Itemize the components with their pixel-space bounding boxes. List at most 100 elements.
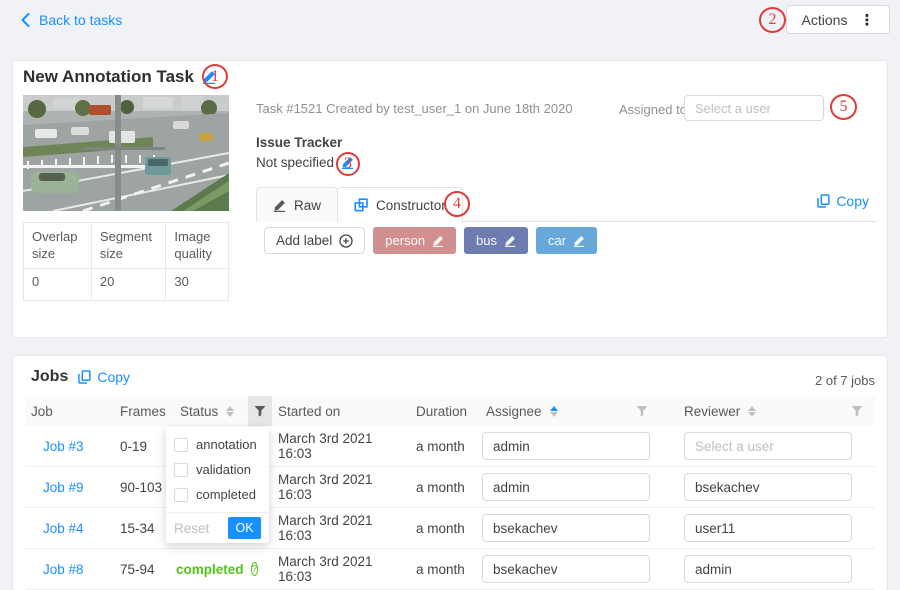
column-header-job[interactable]: Job xyxy=(25,396,114,426)
param-value-overlap: 0 xyxy=(24,269,92,301)
job-3-link[interactable]: Job #3 xyxy=(25,439,114,454)
annotation-marker-1: 1 xyxy=(202,64,228,89)
job-row-8: Job #8 75-94 completed ? March 3rd 2021 … xyxy=(25,549,875,590)
job-4-started: March 3rd 2021 16:03 xyxy=(272,513,410,543)
status-filter-button[interactable] xyxy=(248,396,272,426)
copy-icon xyxy=(78,370,91,384)
label-person-name: person xyxy=(385,233,425,248)
job-3-duration: a month xyxy=(410,439,480,454)
tab-raw-label: Raw xyxy=(294,198,321,213)
assigned-to-select[interactable] xyxy=(684,95,824,121)
job-8-link[interactable]: Job #8 xyxy=(25,562,114,577)
column-header-frames[interactable]: Frames xyxy=(114,396,174,426)
copy-icon xyxy=(817,194,830,208)
copy-jobs-link[interactable]: Copy xyxy=(78,369,130,385)
task-params-table: Overlap size Segment size Image quality … xyxy=(23,222,229,301)
label-chip-car[interactable]: car xyxy=(536,227,597,254)
job-8-assignee-select[interactable] xyxy=(482,555,650,583)
edit-label-car-icon[interactable] xyxy=(573,235,585,247)
jobs-heading-row: Jobs Copy xyxy=(31,368,130,386)
block-icon xyxy=(354,198,368,212)
job-9-duration: a month xyxy=(410,480,480,495)
filter-ok-button[interactable]: OK xyxy=(228,517,261,539)
reviewer-filter-icon[interactable] xyxy=(851,405,863,417)
column-header-started: Started on xyxy=(272,396,410,426)
job-3-reviewer-select[interactable] xyxy=(684,432,852,460)
label-chip-person[interactable]: person xyxy=(373,227,456,254)
filter-option-annotation[interactable]: annotation xyxy=(166,432,269,457)
jobs-table-header: Job Frames Status Started on Duration As… xyxy=(25,396,875,426)
edit-label-bus-icon[interactable] xyxy=(504,235,516,247)
copy-label: Copy xyxy=(836,193,869,209)
jobs-table-body: Job #3 0-19 March 3rd 2021 16:03 a month… xyxy=(25,426,875,590)
job-4-frames: 15-34 xyxy=(114,521,174,536)
tab-constructor-label: Constructor xyxy=(376,198,446,213)
actions-label: Actions xyxy=(802,12,848,28)
job-8-status: completed ? xyxy=(174,562,248,577)
column-header-status[interactable]: Status xyxy=(174,396,248,426)
annotation-marker-4: 4 xyxy=(444,191,470,217)
plus-circle-icon xyxy=(339,234,353,248)
param-value-quality: 30 xyxy=(166,269,229,301)
job-8-started: March 3rd 2021 16:03 xyxy=(272,554,410,584)
job-4-assignee-select[interactable] xyxy=(482,514,650,542)
job-9-reviewer-select[interactable] xyxy=(684,473,852,501)
annotation-marker-2: 2 xyxy=(759,7,786,33)
job-3-frames: 0-19 xyxy=(114,439,174,454)
add-label-button[interactable]: Add label xyxy=(264,227,365,254)
filter-option-validation[interactable]: validation xyxy=(166,457,269,482)
job-4-reviewer-select[interactable] xyxy=(684,514,852,542)
issue-tracker-label: Issue Tracker xyxy=(256,135,342,150)
param-header-quality: Image quality xyxy=(166,223,229,269)
copy-labels-link[interactable]: Copy xyxy=(817,193,869,209)
status-sorter-icon[interactable] xyxy=(226,406,234,417)
params-header-row: Overlap size Segment size Image quality xyxy=(24,223,229,269)
jobs-heading: Jobs xyxy=(31,368,68,386)
param-value-segment: 20 xyxy=(91,269,165,301)
column-header-assignee[interactable]: Assignee xyxy=(480,396,660,426)
validation-option-label: validation xyxy=(196,462,251,477)
param-header-overlap: Overlap size xyxy=(24,223,92,269)
status-filter-dropdown: annotation validation completed Reset OK xyxy=(166,427,269,543)
job-8-duration: a month xyxy=(410,562,480,577)
edit-label-person-icon[interactable] xyxy=(432,235,444,247)
traffic-scene xyxy=(23,95,229,211)
job-4-link[interactable]: Job #4 xyxy=(25,521,114,536)
column-header-reviewer[interactable]: Reviewer xyxy=(660,396,875,426)
tab-raw[interactable]: Raw xyxy=(256,187,338,222)
label-car-name: car xyxy=(548,233,566,248)
job-3-assignee-select[interactable] xyxy=(482,432,650,460)
validation-checkbox[interactable] xyxy=(174,463,188,477)
assigned-to-label: Assigned to xyxy=(619,102,687,117)
label-chip-bus[interactable]: bus xyxy=(464,227,528,254)
job-3-started: March 3rd 2021 16:03 xyxy=(272,431,410,461)
issue-tracker-value: Not specified xyxy=(256,155,334,170)
label-bus-name: bus xyxy=(476,233,497,248)
reviewer-sorter-icon[interactable] xyxy=(748,406,756,417)
assignee-sorter-icon[interactable] xyxy=(550,406,558,417)
completed-checkbox[interactable] xyxy=(174,488,188,502)
chevron-left-icon xyxy=(20,13,31,27)
job-8-reviewer-select[interactable] xyxy=(684,555,852,583)
more-vertical-icon: ⋮ xyxy=(859,11,874,29)
jobs-count-text: 2 of 7 jobs xyxy=(815,373,875,388)
job-9-started: March 3rd 2021 16:03 xyxy=(272,472,410,502)
assignee-filter-icon[interactable] xyxy=(636,405,648,417)
filter-reset-button[interactable]: Reset xyxy=(174,521,209,536)
task-meta-text: Task #1521 Created by test_user_1 on Jun… xyxy=(256,101,573,116)
job-9-assignee-select[interactable] xyxy=(482,473,650,501)
jobs-table: Job Frames Status Started on Duration As… xyxy=(25,396,875,590)
job-9-frames: 90-103 xyxy=(114,480,174,495)
copy-jobs-label: Copy xyxy=(97,369,130,385)
filter-option-completed[interactable]: completed xyxy=(166,482,269,507)
job-9-link[interactable]: Job #9 xyxy=(25,480,114,495)
filter-dropdown-footer: Reset OK xyxy=(166,512,269,543)
annotation-checkbox[interactable] xyxy=(174,438,188,452)
actions-button[interactable]: Actions ⋮ xyxy=(786,5,890,34)
back-to-tasks-link[interactable]: Back to tasks xyxy=(20,12,122,28)
params-value-row: 0 20 30 xyxy=(24,269,229,301)
pencil-icon xyxy=(273,199,286,212)
job-row-9: Job #9 90-103 March 3rd 2021 16:03 a mon… xyxy=(25,467,875,508)
annotation-option-label: annotation xyxy=(196,437,257,452)
question-circle-icon[interactable]: ? xyxy=(251,562,259,576)
